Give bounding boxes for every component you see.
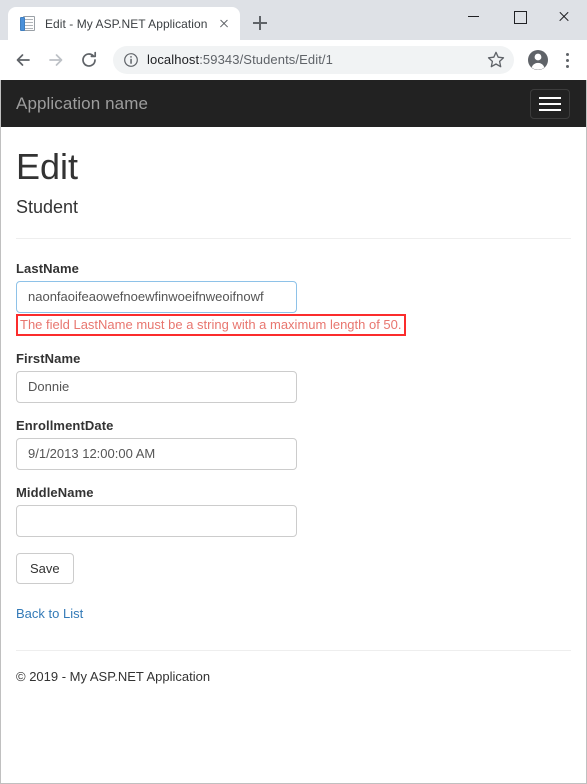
label-enrollmentdate: EnrollmentDate (16, 417, 114, 433)
window-close-icon[interactable] (542, 0, 587, 32)
new-tab-button[interactable] (246, 9, 274, 37)
back-arrow-icon[interactable] (8, 45, 38, 75)
browser-tab-strip: Edit - My ASP.NET Application (0, 0, 587, 40)
url-text: localhost:59343/Students/Edit/1 (147, 52, 480, 67)
document-icon (20, 15, 36, 32)
browser-tab[interactable]: Edit - My ASP.NET Application (8, 7, 240, 40)
star-icon[interactable] (484, 48, 508, 72)
navbar-brand[interactable]: Application name (16, 94, 148, 114)
back-to-list-link[interactable]: Back to List (16, 606, 83, 621)
site-navbar: Application name (1, 80, 586, 127)
input-firstname[interactable] (16, 370, 297, 403)
url-path: :59343/Students/Edit/1 (199, 52, 333, 67)
footer-copyright: © 2019 - My ASP.NET Application (16, 668, 211, 684)
window-controls (452, 0, 587, 32)
tab-title: Edit - My ASP.NET Application (45, 16, 208, 31)
page-subtitle: Student (16, 196, 79, 217)
minimize-icon[interactable] (452, 0, 497, 32)
input-enrollmentdate[interactable] (16, 437, 297, 470)
label-lastname: LastName (16, 260, 79, 276)
label-firstname: FirstName (16, 350, 81, 366)
validation-error-box: The field LastName must be a string with… (16, 313, 406, 336)
forward-arrow-icon (41, 45, 71, 75)
label-middlename: MiddleName (16, 484, 94, 500)
page-viewport: Application name Edit Student LastName T… (0, 80, 587, 784)
input-lastname[interactable] (16, 280, 297, 313)
form-group-enrollmentdate: EnrollmentDate (16, 418, 571, 470)
form-group-firstname: FirstName (16, 351, 571, 403)
maximize-icon[interactable] (497, 0, 542, 32)
browser-toolbar: localhost:59343/Students/Edit/1 (0, 40, 587, 80)
reload-icon[interactable] (74, 45, 104, 75)
hamburger-menu-icon[interactable] (530, 88, 570, 119)
page-title: Edit (16, 146, 79, 187)
profile-avatar-icon[interactable] (524, 46, 552, 74)
edit-student-form: LastName The field LastName must be a st… (16, 261, 571, 584)
browser-window: Edit - My ASP.NET Application localhost:… (0, 0, 587, 784)
input-middlename[interactable] (16, 504, 297, 537)
save-button[interactable]: Save (16, 552, 74, 584)
footer-divider (16, 649, 571, 651)
address-bar[interactable]: localhost:59343/Students/Edit/1 (113, 45, 514, 74)
page-container: Edit Student LastName The field LastName… (1, 147, 586, 684)
form-group-middlename: MiddleName (16, 485, 571, 537)
title-divider (16, 237, 571, 239)
three-dot-menu-icon[interactable] (555, 46, 579, 74)
validation-error-lastname: The field LastName must be a string with… (20, 316, 402, 332)
info-circle-icon[interactable] (123, 52, 139, 68)
form-group-lastname: LastName The field LastName must be a st… (16, 261, 571, 336)
url-host: localhost (147, 52, 200, 67)
close-icon[interactable] (214, 14, 234, 34)
